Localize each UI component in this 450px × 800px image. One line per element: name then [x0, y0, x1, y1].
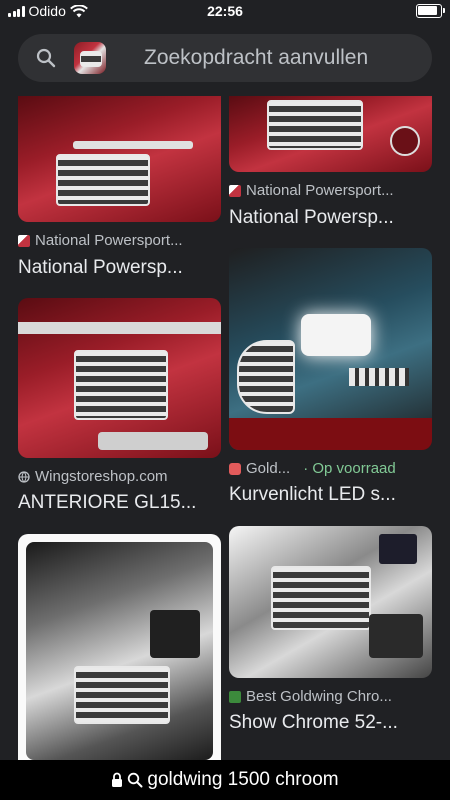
- site-favicon: [229, 462, 241, 475]
- site-favicon: [229, 184, 241, 197]
- result-image[interactable]: [18, 298, 221, 458]
- result-card[interactable]: National Powersport... National Powersp.…: [229, 96, 432, 236]
- result-image[interactable]: [229, 96, 432, 172]
- result-source: Gold... · Op voorraad: [229, 460, 396, 477]
- result-card[interactable]: [18, 534, 221, 760]
- result-title: Kurvenlicht LED s...: [229, 484, 396, 505]
- search-image-thumbnail[interactable]: [74, 42, 106, 74]
- url-bar[interactable]: goldwing 1500 chroom: [0, 760, 450, 800]
- result-image[interactable]: [229, 526, 432, 678]
- result-source: Best Goldwing Chro...: [229, 688, 392, 705]
- result-source: Wingstoreshop.com: [18, 468, 168, 485]
- result-card[interactable]: National Powersport... National Powersp.…: [18, 96, 221, 286]
- result-source: National Powersport...: [18, 232, 183, 249]
- result-title: ANTERIORE GL15...: [18, 492, 197, 513]
- result-card[interactable]: Best Goldwing Chro... Show Chrome 52-...: [229, 526, 432, 742]
- search-icon: [36, 48, 56, 68]
- search-bar[interactable]: Zoekopdracht aanvullen: [18, 34, 432, 82]
- result-card[interactable]: Gold... · Op voorraad Kurvenlicht LED s.…: [229, 248, 432, 516]
- result-title: National Powersp...: [229, 207, 394, 228]
- site-favicon: [229, 690, 241, 703]
- url-text[interactable]: goldwing 1500 chroom: [147, 769, 338, 791]
- lock-icon: [112, 772, 123, 787]
- clock: 22:56: [207, 3, 243, 19]
- result-image[interactable]: [229, 248, 432, 450]
- result-source: National Powersport...: [229, 182, 394, 199]
- status-bar: Odido 22:56: [0, 0, 450, 24]
- result-title: National Powersp...: [18, 257, 183, 278]
- globe-icon: [18, 470, 30, 483]
- result-image[interactable]: [18, 534, 221, 760]
- result-title: Show Chrome 52-...: [229, 712, 398, 733]
- stock-badge: · Op voorraad: [303, 460, 396, 477]
- search-icon: [128, 772, 143, 788]
- battery-icon: [416, 4, 445, 18]
- search-input-placeholder[interactable]: Zoekopdracht aanvullen: [144, 46, 368, 70]
- site-favicon: [18, 234, 30, 247]
- result-card[interactable]: Wingstoreshop.com ANTERIORE GL15...: [18, 298, 221, 516]
- result-image[interactable]: [18, 96, 221, 222]
